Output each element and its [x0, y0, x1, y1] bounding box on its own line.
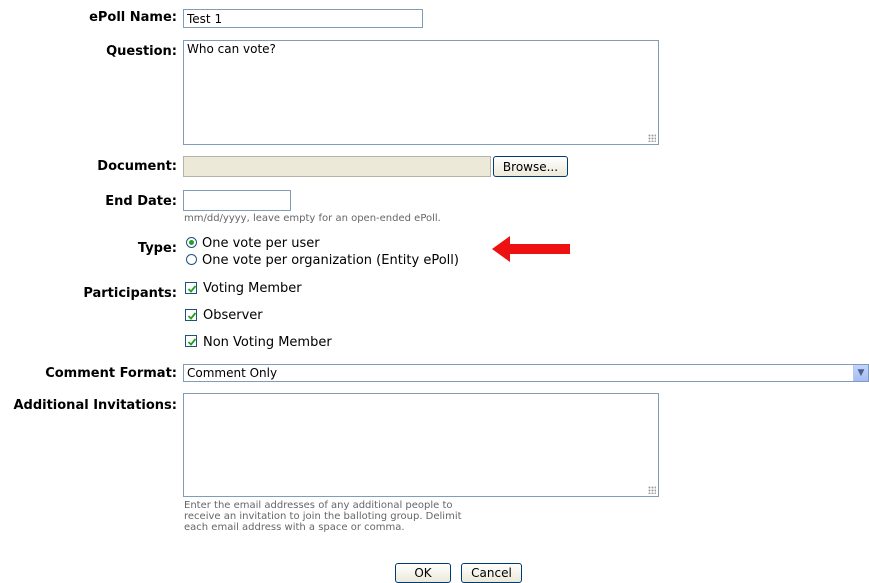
participant-checkbox-non-voting-member[interactable]: [185, 335, 197, 347]
end-date-hint: mm/dd/yyyy, leave empty for an open-ende…: [184, 213, 441, 224]
end-date-label: End Date:: [105, 194, 177, 209]
type-radio-per-organization[interactable]: [186, 254, 197, 265]
question-textarea[interactable]: [183, 40, 659, 145]
resize-grip-icon[interactable]: [648, 486, 656, 494]
document-label: Document:: [97, 159, 177, 174]
question-textarea-wrap: [183, 40, 659, 145]
participant-checkbox-voting-member[interactable]: [185, 282, 197, 294]
invitations-label: Additional Invitations:: [13, 398, 177, 413]
invitations-hint-line-1: Enter the email addresses of any additio…: [184, 500, 453, 511]
checkmark-icon: [187, 338, 197, 346]
checkmark-icon: [187, 285, 197, 293]
end-date-input[interactable]: [183, 190, 291, 211]
type-option-per-organization-label[interactable]: One vote per organization (Entity ePoll): [202, 254, 459, 268]
question-label: Question:: [106, 44, 177, 59]
type-option-per-user-label[interactable]: One vote per user: [202, 237, 320, 251]
invitations-hint-line-2: receive an invitation to join the ballot…: [184, 511, 462, 522]
type-radio-per-user[interactable]: [186, 237, 197, 248]
chevron-down-icon[interactable]: ▼: [853, 365, 868, 381]
red-arrow-icon: [492, 236, 570, 262]
invitations-textarea[interactable]: [183, 393, 659, 497]
browse-button[interactable]: Browse...: [493, 156, 568, 177]
resize-grip-icon[interactable]: [648, 134, 656, 142]
invitations-textarea-wrap: [183, 393, 659, 497]
participant-label-non-voting-member[interactable]: Non Voting Member: [203, 336, 332, 350]
type-label: Type:: [137, 241, 177, 256]
document-file-input[interactable]: [183, 156, 491, 177]
comment-format-value: Comment Only: [187, 366, 278, 380]
participant-label-observer[interactable]: Observer: [203, 309, 263, 323]
participant-label-voting-member[interactable]: Voting Member: [203, 282, 302, 296]
comment-format-label: Comment Format:: [45, 366, 177, 381]
invitations-hint-line-3: each email address with a space or comma…: [184, 522, 405, 533]
participant-checkbox-observer[interactable]: [185, 309, 197, 321]
epoll-name-input[interactable]: [183, 9, 423, 28]
cancel-button[interactable]: Cancel: [461, 563, 522, 583]
participants-label: Participants:: [83, 286, 177, 301]
epoll-name-label: ePoll Name:: [89, 10, 177, 25]
comment-format-select[interactable]: Comment Only ▼: [183, 364, 869, 382]
ok-button[interactable]: OK: [395, 563, 451, 583]
checkmark-icon: [187, 312, 197, 320]
